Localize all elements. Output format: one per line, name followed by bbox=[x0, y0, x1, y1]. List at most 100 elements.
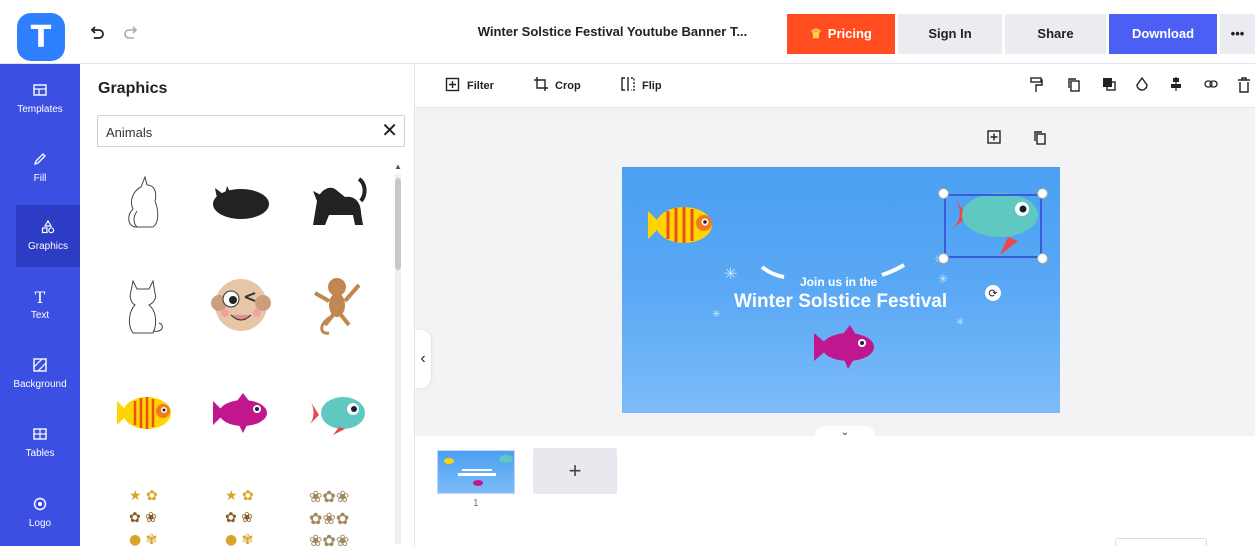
banner-canvas[interactable]: ✳ ✳ ✳ ✳ ✳ Join us in the Winter Solstice… bbox=[622, 167, 1060, 413]
filter-button[interactable]: Filter bbox=[445, 75, 494, 97]
canvas-area: ✳ ✳ ✳ ✳ ✳ Join us in the Winter Solstice… bbox=[415, 108, 1255, 440]
crop-icon bbox=[533, 76, 549, 97]
resize-handle-bottom-left[interactable] bbox=[938, 253, 949, 264]
svg-text:● ✾: ● ✾ bbox=[129, 532, 157, 546]
resize-handle-top-left[interactable] bbox=[938, 188, 949, 199]
opacity-icon[interactable] bbox=[1133, 76, 1151, 95]
flip-label: Flip bbox=[642, 80, 662, 92]
resize-handle-bottom-right[interactable] bbox=[1037, 253, 1048, 264]
pricing-button[interactable]: ♛ Pricing bbox=[787, 14, 895, 54]
filter-label: Filter bbox=[467, 80, 494, 92]
paint-roller-icon[interactable] bbox=[1027, 77, 1045, 95]
duplicate-page-icon[interactable] bbox=[1031, 130, 1049, 148]
monkey-face-graphic[interactable] bbox=[196, 260, 286, 350]
banner-title[interactable]: Winter Solstice Festival bbox=[734, 291, 947, 313]
document-title[interactable]: Winter Solstice Festival Youtube Banner … bbox=[440, 18, 785, 46]
sidebar-item-label: Background bbox=[13, 379, 67, 390]
pencil-icon bbox=[33, 152, 47, 170]
background-icon bbox=[33, 358, 47, 376]
close-icon[interactable]: ✕ bbox=[381, 119, 398, 143]
svg-text:✳: ✳ bbox=[956, 317, 964, 328]
crop-button[interactable]: Crop bbox=[533, 75, 581, 97]
page-number: 1 bbox=[473, 498, 479, 509]
zoom-control[interactable] bbox=[1115, 538, 1207, 546]
filter-icon bbox=[445, 76, 461, 97]
sign-in-button[interactable]: Sign In bbox=[898, 14, 1002, 54]
bee-pattern-graphic-2[interactable]: ★ ✿ ✿ ❀ ● ✾ bbox=[196, 468, 286, 546]
sidebar-item-logo[interactable]: Logo bbox=[0, 482, 80, 544]
sidebar-item-templates[interactable]: Templates bbox=[0, 68, 80, 130]
flip-icon bbox=[620, 76, 636, 97]
graphics-panel: Graphics ✕ bbox=[80, 64, 415, 546]
trash-icon[interactable] bbox=[1235, 77, 1253, 95]
sidebar-item-fill[interactable]: Fill bbox=[0, 137, 80, 199]
redo-icon[interactable] bbox=[120, 22, 142, 44]
sidebar-item-label: Logo bbox=[28, 518, 52, 529]
pricing-label: Pricing bbox=[827, 26, 872, 41]
align-icon[interactable] bbox=[1167, 77, 1185, 95]
cat-outline-sitting-graphic[interactable] bbox=[100, 156, 190, 246]
share-button[interactable]: Share bbox=[1005, 14, 1106, 54]
download-button[interactable]: Download bbox=[1109, 14, 1217, 54]
arrange-icon[interactable] bbox=[1100, 77, 1118, 95]
undo-icon[interactable] bbox=[86, 22, 108, 44]
scroll-up-icon[interactable]: ▲ bbox=[394, 162, 402, 171]
swoosh-right bbox=[881, 263, 906, 277]
add-element-icon[interactable] bbox=[985, 130, 1003, 148]
sidebar: Templates Fill Graphics T Text Backgroun… bbox=[0, 64, 80, 546]
flip-button[interactable]: Flip bbox=[620, 75, 662, 97]
black-cat-stretching-graphic[interactable] bbox=[292, 156, 382, 246]
table-icon bbox=[33, 427, 47, 445]
scroll-thumb[interactable] bbox=[395, 178, 401, 270]
crop-label: Crop bbox=[555, 80, 581, 92]
svg-text:✳: ✳ bbox=[712, 309, 720, 320]
sidebar-item-graphics[interactable]: Graphics bbox=[16, 205, 80, 267]
svg-text:❀✿❀: ❀✿❀ bbox=[309, 487, 349, 506]
sidebar-item-tables[interactable]: Tables bbox=[0, 412, 80, 474]
purple-fish-graphic[interactable] bbox=[196, 368, 286, 458]
search-input[interactable] bbox=[106, 122, 366, 142]
sidebar-item-label: Templates bbox=[17, 104, 63, 115]
svg-text:★ ✿: ★ ✿ bbox=[129, 488, 158, 504]
graphics-search: ✕ bbox=[97, 115, 405, 147]
svg-text:✳: ✳ bbox=[938, 272, 948, 286]
svg-text:❀✿❀: ❀✿❀ bbox=[309, 531, 349, 546]
svg-text:✿❀✿: ✿❀✿ bbox=[309, 509, 349, 528]
banner-subtitle[interactable]: Join us in the bbox=[800, 275, 877, 289]
link-icon[interactable] bbox=[1202, 77, 1220, 95]
more-options-button[interactable]: ••• bbox=[1220, 14, 1255, 54]
pages-strip: 1 + bbox=[415, 436, 1255, 546]
top-bar: T Winter Solstice Festival Youtube Banne… bbox=[0, 0, 1255, 64]
animals-pattern-graphic[interactable]: ❀✿❀ ✿❀✿ ❀✿❀ bbox=[292, 468, 382, 546]
sidebar-item-label: Text bbox=[30, 310, 50, 321]
resize-handle-top-right[interactable] bbox=[1037, 188, 1048, 199]
templates-icon bbox=[33, 83, 47, 101]
crown-icon: ♛ bbox=[810, 26, 822, 41]
sidebar-item-background[interactable]: Background bbox=[0, 343, 80, 405]
black-cat-sleeping-graphic[interactable] bbox=[196, 156, 286, 246]
duplicate-icon[interactable] bbox=[1065, 77, 1083, 95]
bee-pattern-graphic[interactable]: ★ ✿ ✿ ❀ ● ✾ bbox=[100, 468, 190, 546]
snowflake-decorations: ✳ ✳ ✳ ✳ ✳ bbox=[712, 252, 964, 328]
cat-outline-standing-graphic[interactable] bbox=[100, 260, 190, 350]
svg-text:● ✾: ● ✾ bbox=[225, 532, 253, 546]
collapse-panel-icon[interactable]: ‹ bbox=[415, 330, 431, 388]
graphics-grid: ★ ✿ ✿ ❀ ● ✾ ★ ✿ ✿ ❀ ● ✾ ❀✿❀ ✿❀✿ ❀✿❀ bbox=[100, 156, 382, 546]
svg-text:★ ✿: ★ ✿ bbox=[225, 488, 254, 504]
yellow-fish-graphic[interactable] bbox=[100, 368, 190, 458]
purple-fish-element[interactable] bbox=[814, 325, 874, 369]
app-logo[interactable]: T bbox=[17, 13, 65, 61]
page-thumbnail[interactable] bbox=[437, 450, 515, 494]
teal-fish-graphic[interactable] bbox=[292, 368, 382, 458]
monkey-hanging-graphic[interactable] bbox=[292, 260, 382, 350]
sidebar-item-text[interactable]: T Text bbox=[0, 274, 80, 336]
rotate-handle-icon[interactable]: ⟳ bbox=[985, 285, 1001, 301]
selection-box[interactable] bbox=[944, 194, 1042, 258]
panel-scrollbar[interactable]: ▲ bbox=[392, 162, 402, 546]
add-page-button[interactable]: + bbox=[533, 448, 617, 494]
panel-title: Graphics bbox=[98, 80, 168, 97]
logo-icon bbox=[33, 497, 47, 515]
svg-text:✳: ✳ bbox=[724, 264, 737, 283]
sidebar-item-label: Tables bbox=[25, 448, 55, 459]
yellow-fish-element[interactable] bbox=[648, 207, 712, 243]
